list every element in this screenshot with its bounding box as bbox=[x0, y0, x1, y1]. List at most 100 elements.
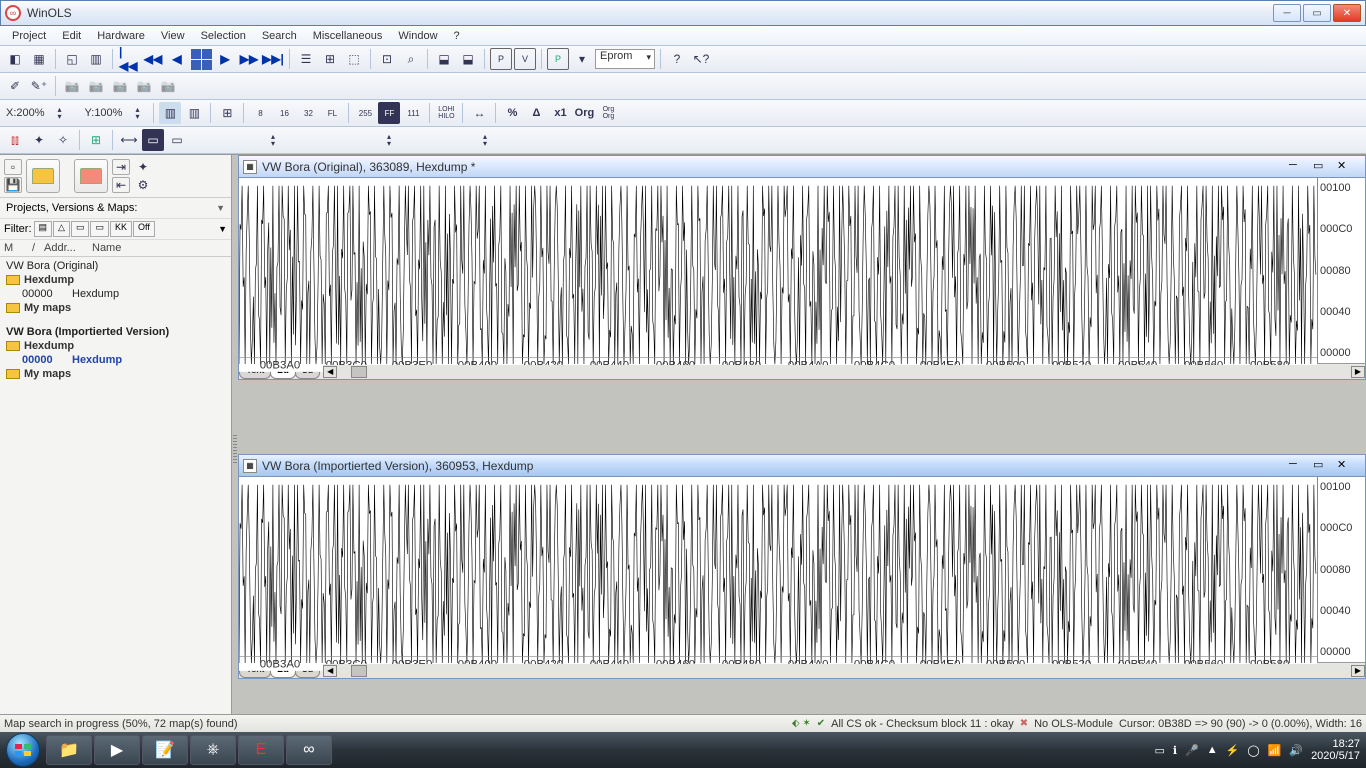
clock[interactable]: 18:27 2020/5/17 bbox=[1311, 738, 1360, 762]
menu-window[interactable]: Window bbox=[390, 28, 445, 44]
filter-button[interactable]: △ bbox=[53, 221, 70, 237]
delta-icon[interactable]: Δ bbox=[525, 102, 547, 124]
num-icon[interactable]: 8 bbox=[249, 102, 271, 124]
tool-btn[interactable]: ⊞ bbox=[319, 48, 341, 70]
minimize-button[interactable]: ─ bbox=[1273, 4, 1301, 22]
tool-btn[interactable]: ⬓ bbox=[433, 48, 455, 70]
tool-btn[interactable]: ⊡ bbox=[376, 48, 398, 70]
chart-icon[interactable]: ⫾⫾ bbox=[4, 129, 26, 151]
menu-?[interactable]: ? bbox=[446, 28, 468, 44]
horizontal-scrollbar[interactable]: ◀▶ bbox=[323, 365, 1365, 379]
taskbar-item[interactable]: E bbox=[238, 735, 284, 765]
num-icon[interactable]: FF bbox=[378, 102, 400, 124]
menu-selection[interactable]: Selection bbox=[193, 28, 254, 44]
scroll-left-icon[interactable]: ◀ bbox=[323, 665, 337, 677]
num-icon[interactable]: 111 bbox=[402, 102, 424, 124]
gear-icon[interactable]: ⚙ bbox=[134, 177, 152, 193]
bars-icon[interactable]: ▥ bbox=[159, 102, 181, 124]
bars-icon[interactable]: ▥ bbox=[183, 102, 205, 124]
tool-btn[interactable]: ▥ bbox=[85, 48, 107, 70]
taskbar-item[interactable]: 📁 bbox=[46, 735, 92, 765]
filter-button[interactable]: ▭ bbox=[90, 221, 109, 237]
view-titlebar[interactable]: ▦VW Bora (Importierted Version), 360953,… bbox=[239, 455, 1365, 477]
num-icon[interactable]: 16 bbox=[273, 102, 295, 124]
spark-icon[interactable]: ✦ bbox=[28, 129, 50, 151]
camera-icon[interactable]: ✎⁺ bbox=[28, 75, 50, 97]
scroll-left-icon[interactable]: ◀ bbox=[323, 366, 337, 378]
nav-next-icon[interactable]: ▶▶ bbox=[238, 48, 260, 70]
menu-project[interactable]: Project bbox=[4, 28, 54, 44]
camera-icon[interactable]: ✐ bbox=[4, 75, 26, 97]
view-close[interactable]: ✕ bbox=[1337, 458, 1361, 474]
nav-back-icon[interactable]: ◀ bbox=[166, 48, 188, 70]
tool-btn[interactable]: ⬓ bbox=[457, 48, 479, 70]
p-icon[interactable]: P bbox=[547, 48, 569, 70]
project-tree[interactable]: VW Bora (Original)Hexdump00000HexdumpMy … bbox=[0, 257, 231, 714]
taskbar-item[interactable]: ∞ bbox=[286, 735, 332, 765]
camera-icon[interactable]: 📷 bbox=[157, 75, 179, 97]
tray-icon[interactable]: 🔊 bbox=[1289, 744, 1303, 757]
waveform-chart[interactable]: 00B3A000B3C000B3E000B40000B42000B44000B4… bbox=[239, 477, 1365, 662]
import-icon[interactable]: ⇥ bbox=[112, 159, 130, 175]
tree-icon[interactable]: ⊞ bbox=[85, 129, 107, 151]
num-icon[interactable]: 32 bbox=[297, 102, 319, 124]
stepper-icon[interactable]: ▴▾ bbox=[126, 102, 148, 124]
taskbar-item[interactable]: ⎈ bbox=[190, 735, 236, 765]
scroll-thumb[interactable] bbox=[351, 366, 367, 378]
nav-fwd-icon[interactable]: ▶ bbox=[214, 48, 236, 70]
system-tray[interactable]: ▭ ℹ 🎤 ▲ ⚡ ◯ 📶 🔊 18:27 2020/5/17 bbox=[1154, 738, 1360, 762]
x1-icon[interactable]: x1 bbox=[549, 102, 571, 124]
menu-edit[interactable]: Edit bbox=[54, 28, 89, 44]
tool-btn[interactable]: ⌕ bbox=[400, 48, 422, 70]
view-maximize[interactable]: ▭ bbox=[1313, 159, 1337, 175]
view-minimize[interactable]: ─ bbox=[1289, 159, 1313, 175]
window-icon[interactable]: ▭ bbox=[142, 129, 164, 151]
export-icon[interactable]: ⇤ bbox=[112, 177, 130, 193]
nav-last-icon[interactable]: ▶▶| bbox=[262, 48, 284, 70]
menu-view[interactable]: View bbox=[153, 28, 193, 44]
filter-button[interactable]: KK bbox=[110, 221, 132, 237]
tool-btn[interactable]: ◧ bbox=[4, 48, 26, 70]
v-icon[interactable]: V bbox=[514, 48, 536, 70]
nav-prev-icon[interactable]: ◀◀ bbox=[142, 48, 164, 70]
tree-item[interactable]: 00000Hexdump bbox=[4, 287, 227, 301]
tray-icon[interactable]: 📶 bbox=[1268, 744, 1282, 757]
col-addr[interactable]: Addr... bbox=[44, 242, 92, 254]
grid-icon[interactable] bbox=[190, 48, 212, 70]
tree-item[interactable]: 00000Hexdump bbox=[4, 353, 227, 367]
camera-icon[interactable]: 📷 bbox=[61, 75, 83, 97]
horizontal-scrollbar[interactable]: ◀▶ bbox=[323, 664, 1365, 678]
menu-search[interactable]: Search bbox=[254, 28, 305, 44]
tray-icon[interactable]: ◯ bbox=[1247, 744, 1259, 757]
stepper-icon[interactable]: ▴▾ bbox=[49, 102, 71, 124]
tray-icon[interactable]: ▲ bbox=[1207, 744, 1218, 756]
tray-icon[interactable]: ⚡ bbox=[1226, 744, 1240, 757]
project-title[interactable]: VW Bora (Original) bbox=[4, 259, 227, 273]
nav-first-icon[interactable]: |◀◀ bbox=[118, 48, 140, 70]
close-button[interactable]: ✕ bbox=[1333, 4, 1361, 22]
menu-miscellaneous[interactable]: Miscellaneous bbox=[305, 28, 391, 44]
save-icon[interactable]: 💾 bbox=[4, 177, 22, 193]
num-icon[interactable]: FL bbox=[321, 102, 343, 124]
percent-icon[interactable]: % bbox=[501, 102, 523, 124]
taskbar-item[interactable]: 📝 bbox=[142, 735, 188, 765]
window-icon[interactable]: ▭ bbox=[166, 129, 188, 151]
star-icon[interactable]: ✦ bbox=[134, 159, 152, 175]
eprom-dropdown[interactable]: Eprom bbox=[595, 49, 655, 69]
tool-btn[interactable]: ☰ bbox=[295, 48, 317, 70]
view-titlebar[interactable]: ▦VW Bora (Original), 363089, Hexdump *─▭… bbox=[239, 156, 1365, 178]
col-name[interactable]: Name bbox=[92, 242, 227, 254]
scroll-right-icon[interactable]: ▶ bbox=[1351, 366, 1365, 378]
tray-icon[interactable]: 🎤 bbox=[1185, 744, 1199, 757]
arrow-icon[interactable]: ↔ bbox=[468, 102, 490, 124]
project-title[interactable]: VW Bora (Importierted Version) bbox=[4, 325, 227, 339]
help-icon[interactable]: ? bbox=[666, 48, 688, 70]
tray-icon[interactable]: ℹ bbox=[1173, 744, 1177, 757]
camera-icon[interactable]: 📷 bbox=[133, 75, 155, 97]
filter-button[interactable]: ▤ bbox=[34, 221, 53, 237]
tray-icon[interactable]: ▭ bbox=[1154, 744, 1164, 757]
tool-btn[interactable]: ⬚ bbox=[343, 48, 365, 70]
stepper-icon[interactable]: ▴▾ bbox=[378, 129, 400, 151]
stepper-icon[interactable]: ▴▾ bbox=[474, 129, 496, 151]
tree-item[interactable]: Hexdump bbox=[4, 273, 227, 287]
